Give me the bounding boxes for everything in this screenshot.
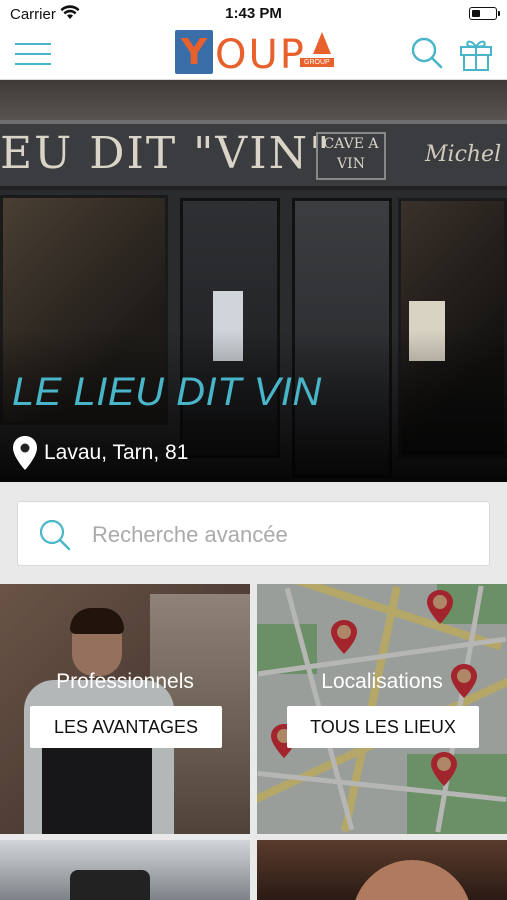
search-placeholder: Recherche avancée — [92, 522, 288, 547]
locations-tile[interactable]: Localisations TOUS LES LIEUX — [257, 584, 507, 834]
clock: 1:43 PM — [225, 5, 282, 22]
professionals-tile[interactable]: Professionnels LES AVANTAGES — [0, 584, 250, 834]
menu-icon[interactable] — [15, 41, 51, 67]
all-places-button[interactable]: TOUS LES LIEUX — [287, 706, 479, 748]
promo-tile-portrait[interactable] — [257, 840, 507, 900]
featured-place-banner[interactable]: EU DIT "VIN" CAVE A VIN Michel LE LIEU D… — [0, 80, 507, 482]
gift-icon[interactable] — [458, 36, 494, 72]
search-icon[interactable] — [410, 36, 444, 70]
locations-label: Localisations — [321, 670, 443, 693]
battery-icon — [469, 7, 500, 20]
status-bar: Carrier 1:43 PM — [0, 0, 507, 28]
storefront-text: EU DIT "VIN" — [0, 128, 332, 179]
advanced-search-input[interactable]: Recherche avancée — [17, 501, 490, 566]
benefits-button[interactable]: LES AVANTAGES — [30, 706, 222, 748]
search-icon — [39, 519, 71, 551]
promo-tile-phone[interactable] — [0, 840, 250, 900]
michel-sign: Michel — [425, 142, 502, 167]
professionals-label: Professionnels — [56, 670, 194, 693]
app-logo[interactable]: Y OUP GROUP — [175, 30, 335, 78]
navigation-bar: Y OUP GROUP — [0, 28, 507, 80]
place-location: Lavau, Tarn, 81 — [44, 441, 189, 464]
place-title: LE LIEU DIT VIN — [12, 370, 322, 414]
cave-sign: CAVE A VIN — [316, 132, 386, 180]
location-pin-icon — [13, 436, 37, 470]
